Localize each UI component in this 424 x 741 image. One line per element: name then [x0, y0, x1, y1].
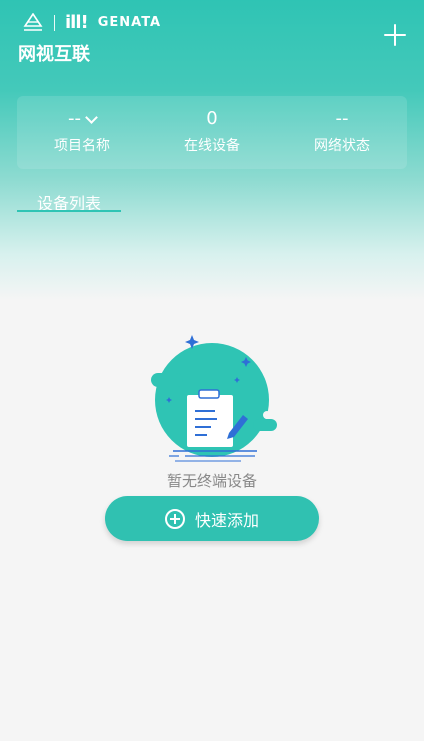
stat-value: --: [68, 108, 81, 129]
stat-online-devices: 0 在线设备: [147, 96, 277, 169]
tab-active-indicator: [17, 210, 121, 212]
brand-logo: ill! GENATA: [22, 12, 161, 33]
quick-add-label: 快速添加: [194, 510, 259, 530]
stat-label: 项目名称: [54, 138, 110, 154]
genata-mark-icon: [23, 12, 43, 31]
logo-bars: ill!: [65, 12, 89, 33]
plus-icon[interactable]: [384, 24, 406, 46]
app-header: ill! GENATA 网视互联: [0, 0, 424, 70]
chevron-down-icon[interactable]: [85, 110, 98, 124]
empty-devices-illustration: [151, 335, 277, 462]
logo-divider: [54, 14, 55, 31]
stat-label: 在线设备: [184, 138, 240, 154]
logo-text: GENATA: [97, 15, 162, 30]
empty-state-message: 暂无终端设备: [166, 472, 257, 490]
quick-add-button[interactable]: 快速添加: [105, 496, 319, 541]
stats-card: -- 项目名称 0 在线设备 -- 网络状态: [17, 96, 407, 169]
stat-network-status: -- 网络状态: [277, 96, 407, 169]
stat-label: 网络状态: [314, 138, 370, 154]
stat-value: --: [335, 108, 349, 129]
plus-circle-icon: [164, 508, 185, 529]
stat-project-name[interactable]: -- 项目名称: [17, 96, 147, 169]
stat-value: 0: [206, 108, 218, 129]
app-title: 网视互联: [18, 44, 90, 65]
